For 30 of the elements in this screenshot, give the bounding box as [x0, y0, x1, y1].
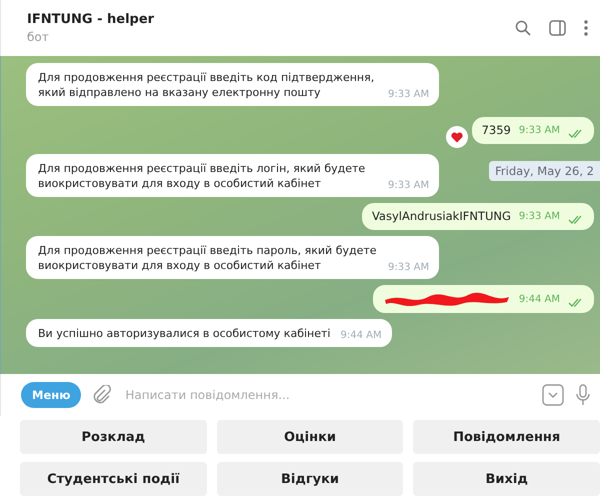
message-text: Для продовження реєстрації введіть пароль, який будете виокристовувати для входу в особистий кабінет: [38, 243, 378, 273]
keyboard-button[interactable]: Вихід: [413, 462, 600, 496]
message-time: 9:44 AM: [340, 329, 382, 343]
message-text: Для продовження реєстрації введіть логін, який будете виокристовувати для входу в особистий кабінет: [38, 161, 366, 191]
message-time: 9:33 AM: [518, 210, 560, 224]
chat-subtitle: бот: [27, 30, 49, 44]
paperclip-icon[interactable]: [93, 385, 112, 405]
message-text: 7359: [482, 122, 511, 138]
microphone-icon[interactable]: [576, 384, 590, 406]
heart-reaction-icon[interactable]: [446, 126, 468, 148]
message-time: 9:33 AM: [388, 261, 430, 275]
keyboard-button[interactable]: Розклад: [20, 420, 207, 454]
message-input[interactable]: Написати повідомлення...: [123, 387, 530, 403]
message-time: 9:33 AM: [388, 179, 430, 193]
message-time: 9:33 AM: [518, 124, 560, 138]
message-time: 9:33 AM: [388, 88, 430, 102]
message-text: Для продовження реєстрації введіть код підтвердження, який відправлено на вказану електронну пошту: [38, 70, 376, 100]
keyboard-toggle-icon[interactable]: [542, 384, 564, 406]
chat-title: IFNTUNG - helper: [27, 12, 154, 27]
keyboard-button[interactable]: Відгуки: [216, 462, 404, 496]
message-time: 9:44 AM: [518, 293, 560, 307]
message-text: VasylAndrusiakIFNTUNG: [372, 209, 511, 224]
sidebar-toggle-icon[interactable]: [549, 20, 566, 36]
keyboard-button[interactable]: Оцінки: [216, 420, 404, 454]
search-icon[interactable]: [515, 20, 531, 36]
keyboard-button[interactable]: Повідомлення: [413, 420, 600, 454]
more-icon[interactable]: [584, 20, 588, 36]
message-text: Ви успішно авторизувалися в особистому кабінеті: [38, 326, 330, 341]
date-badge: Friday, May 26, 2: [489, 161, 600, 181]
keyboard-button[interactable]: Студентські події: [20, 462, 207, 496]
